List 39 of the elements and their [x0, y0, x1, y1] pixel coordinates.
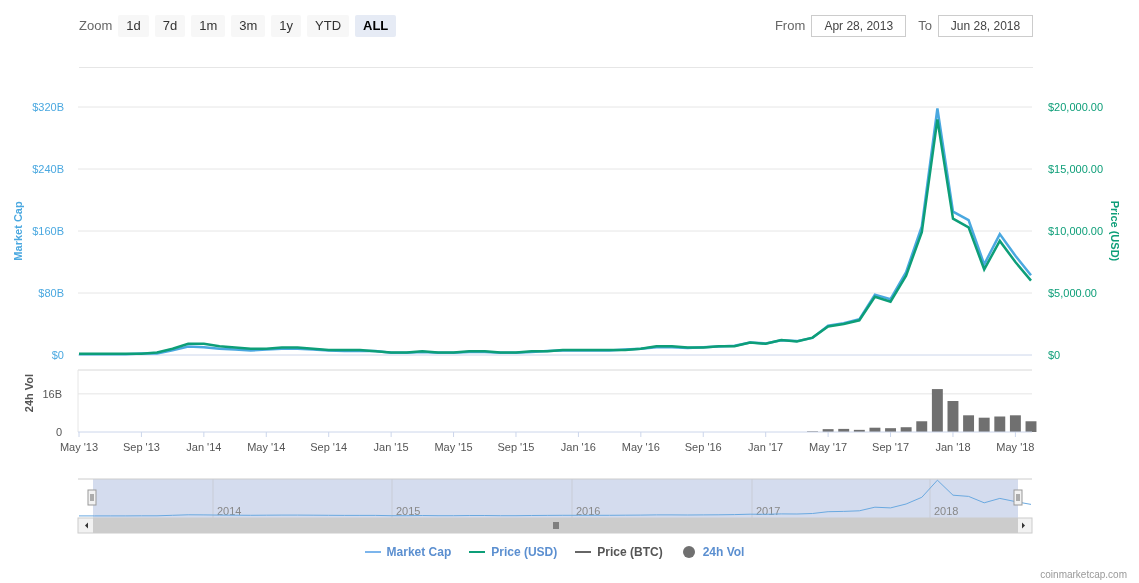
- axis-title: Price (USD): [1109, 200, 1121, 262]
- axis-label: Jan '15: [373, 441, 409, 453]
- axis-label: $0: [1048, 349, 1061, 360]
- zoom-label: Zoom: [79, 18, 113, 33]
- axis-label: 16B: [42, 387, 62, 400]
- axis-label: $160B: [32, 225, 64, 237]
- axis-label: $15,000.00: [1048, 163, 1104, 175]
- axis-label: 0: [55, 426, 62, 438]
- axis-label: Sep '13: [122, 441, 160, 453]
- year-label: 2014: [217, 505, 242, 517]
- axis-label: May '13: [59, 441, 99, 453]
- axis-label: $320B: [32, 101, 64, 113]
- axis-label: $0: [51, 349, 64, 360]
- axis-label: $20,000.00: [1048, 101, 1104, 113]
- axis-title: 24h Vol: [23, 373, 35, 413]
- axis-label: Sep '15: [497, 441, 535, 453]
- axis-label: Sep '17: [872, 441, 910, 453]
- to-label: To: [918, 18, 932, 33]
- from-label: From: [774, 18, 806, 33]
- axis-label: Jan '17: [748, 441, 784, 453]
- axis-title: Market Cap: [12, 201, 24, 261]
- axis-label: $5,000.00: [1048, 287, 1097, 299]
- axis-label: May '17: [809, 441, 848, 453]
- year-label: 2017: [756, 505, 781, 517]
- axis-label: Jan '14: [186, 441, 222, 453]
- axis-label: Sep '16: [684, 441, 722, 453]
- axis-label: Jan '18: [935, 441, 971, 453]
- axis-label: May '15: [434, 441, 473, 453]
- axis-label: $10,000.00: [1048, 225, 1104, 237]
- axis-label: Jan '16: [560, 441, 596, 453]
- axis-label: May '18: [996, 441, 1035, 453]
- axis-label: May '16: [621, 441, 660, 453]
- year-label: 2016: [576, 505, 601, 517]
- year-label: 2015: [396, 505, 421, 517]
- axis-label: $240B: [32, 163, 64, 175]
- axis-label: May '14: [247, 441, 286, 453]
- year-label: 2018: [934, 505, 959, 517]
- axis-label: $80B: [38, 287, 64, 299]
- axis-label: Sep '14: [310, 441, 348, 453]
